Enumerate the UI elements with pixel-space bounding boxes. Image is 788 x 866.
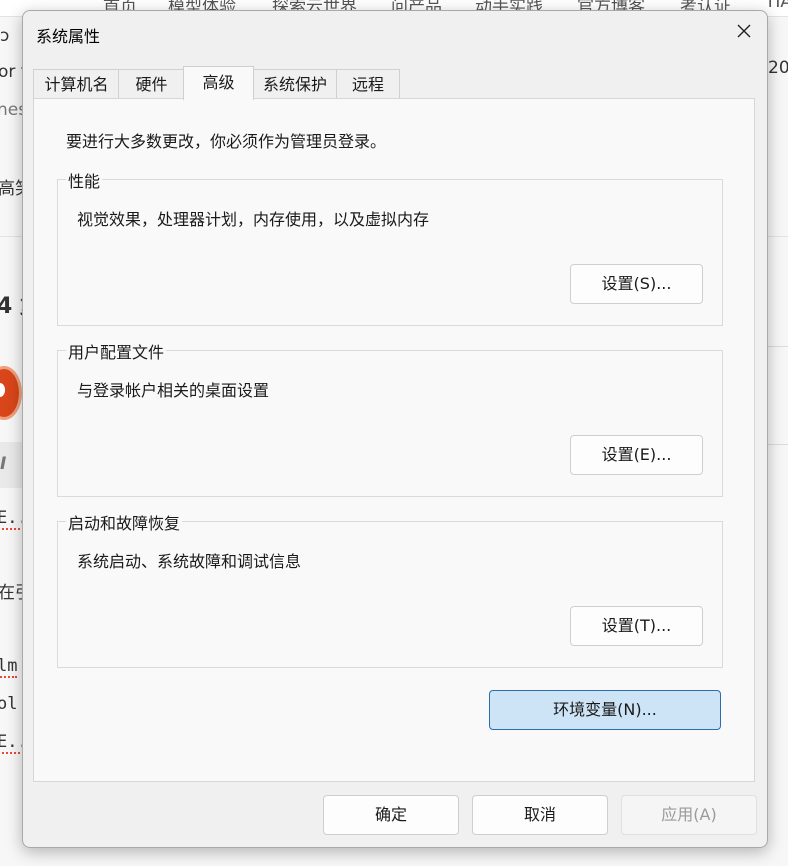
startup-recovery-settings-button[interactable]: 设置(T)... xyxy=(570,606,703,646)
tab-system-protection[interactable]: 系统保护 xyxy=(252,69,338,99)
user-profiles-group: 用户配置文件 与登录帐户相关的桌面设置 设置(E)... xyxy=(57,339,723,497)
tab-computer-name[interactable]: 计算机名 xyxy=(33,69,120,99)
dialog-title: 系统属性 xyxy=(36,27,101,46)
environment-variables-button[interactable]: 环境变量(N)... xyxy=(489,690,721,730)
user-profiles-settings-button[interactable]: 设置(E)... xyxy=(570,435,703,475)
bg-fragment: ɔ xyxy=(0,26,10,46)
advanced-panel: 要进行大多数更改，你必须作为管理员登录。 性能 视觉效果，处理器计划，内存使用，… xyxy=(33,98,755,782)
bg-fragment: I xyxy=(0,454,7,474)
group-description: 系统启动、系统故障和调试信息 xyxy=(77,552,302,571)
startup-recovery-group: 启动和故障恢复 系统启动、系统故障和调试信息 设置(T)... xyxy=(57,510,723,668)
apply-button[interactable]: 应用(A) xyxy=(621,795,757,835)
system-properties-dialog: 系统属性 计算机名 硬件 高级 系统保护 远程 要进行大多数更改，你必须作为管理… xyxy=(22,10,768,848)
performance-group: 性能 视觉效果，处理器计划，内存使用，以及虚拟内存 设置(S)... xyxy=(57,168,723,326)
cancel-button[interactable]: 取消 xyxy=(472,795,608,835)
group-description: 与登录帐户相关的桌面设置 xyxy=(77,381,270,400)
bg-logo-icon xyxy=(0,366,22,420)
close-button[interactable] xyxy=(721,13,767,53)
bg-nav-item: TIA xyxy=(765,0,788,12)
tab-remote[interactable]: 远程 xyxy=(336,69,400,99)
bg-fragment: ol xyxy=(0,694,18,714)
title-bar[interactable]: 系统属性 xyxy=(23,11,767,57)
bg-fragment: 20 xyxy=(768,58,788,78)
performance-settings-button[interactable]: 设置(S)... xyxy=(570,264,703,304)
ok-button[interactable]: 确定 xyxy=(323,795,459,835)
group-title: 用户配置文件 xyxy=(66,339,167,363)
tab-advanced[interactable]: 高级 xyxy=(183,66,254,100)
group-title: 启动和故障恢复 xyxy=(66,510,183,534)
bg-fragment: lm xyxy=(0,656,18,678)
group-description: 视觉效果，处理器计划，内存使用，以及虚拟内存 xyxy=(77,210,430,229)
close-icon xyxy=(736,23,752,43)
admin-notice: 要进行大多数更改，你必须作为管理员登录。 xyxy=(66,132,387,151)
tab-hardware[interactable]: 硬件 xyxy=(118,69,185,99)
group-title: 性能 xyxy=(66,168,103,192)
